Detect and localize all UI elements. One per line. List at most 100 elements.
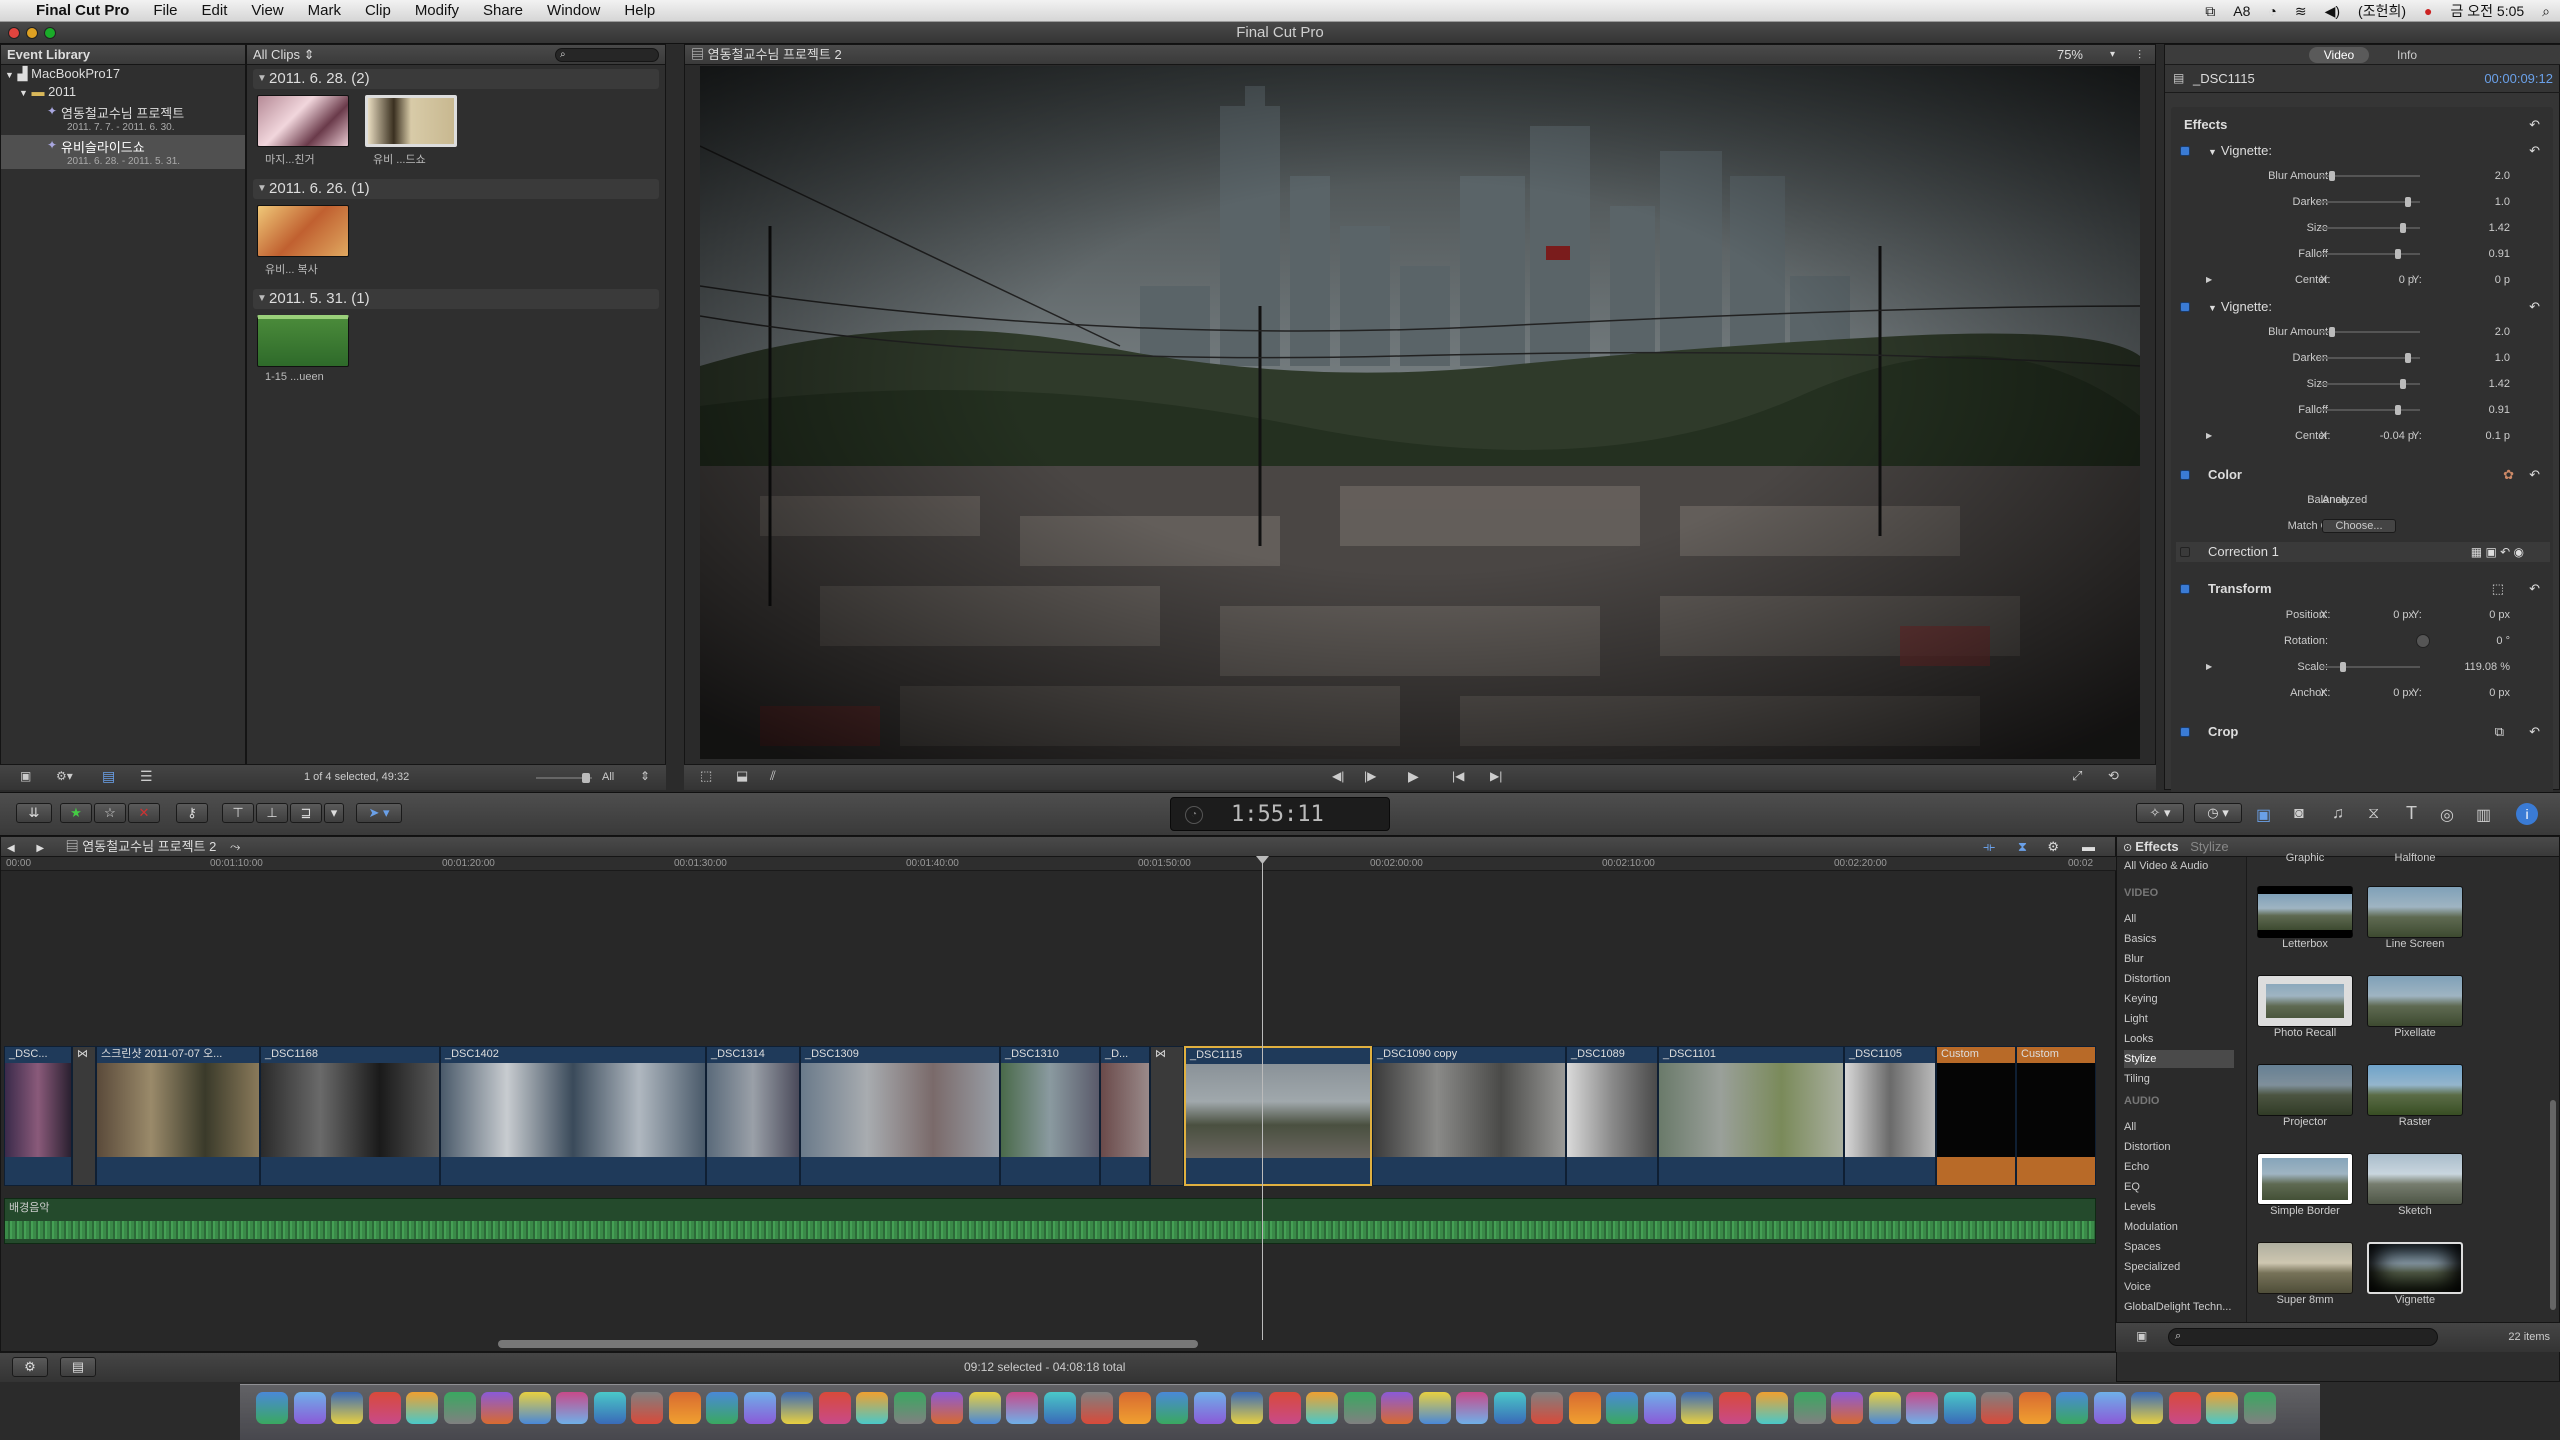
category-item[interactable]: All: [2124, 910, 2234, 928]
dock-app-icon[interactable]: [1793, 1392, 1826, 1424]
center-x-field[interactable]: -0.04 p: [2360, 428, 2414, 444]
edit-mode-dropdown[interactable]: ▾: [324, 803, 344, 823]
menu-share[interactable]: Share: [471, 0, 535, 22]
titles-browser-icon[interactable]: T: [2406, 803, 2417, 824]
unrate-button[interactable]: ☆: [94, 803, 126, 823]
disclosure-icon[interactable]: ▼: [19, 88, 28, 98]
category-item[interactable]: Basics: [2124, 930, 2234, 948]
filter-chevron-icon[interactable]: ⇕: [304, 47, 315, 62]
generators-browser-icon[interactable]: ◎: [2440, 805, 2454, 825]
category-item[interactable]: Keying: [2124, 990, 2234, 1008]
dock-app-icon[interactable]: [1193, 1392, 1226, 1424]
dock-app-icon[interactable]: [1681, 1392, 1713, 1424]
menu-help[interactable]: Help: [612, 0, 667, 22]
effect-item-projector[interactable]: Projector: [2256, 1064, 2354, 1128]
menu-view[interactable]: View: [239, 0, 295, 22]
record-icon[interactable]: ●: [2424, 3, 2432, 19]
menu-mark[interactable]: Mark: [296, 0, 353, 22]
photo-browser-icon[interactable]: ◙: [2294, 805, 2304, 823]
dock-app-icon[interactable]: [1606, 1392, 1638, 1424]
event-item-0[interactable]: ✦ 염동철교수님 프로젝트 2011. 7. 7. - 2011. 6. 30.: [1, 101, 245, 135]
vignette2-header[interactable]: ▼ Vignette: ↶: [2176, 297, 2550, 317]
time-machine-icon[interactable]: ◔: [2268, 3, 2276, 19]
dock-app-icon[interactable]: [1493, 1392, 1526, 1424]
scale-slider[interactable]: [2320, 662, 2420, 672]
duration-label[interactable]: All: [602, 771, 614, 783]
transitions-browser-icon[interactable]: ⧖: [2368, 805, 2379, 823]
tree-year[interactable]: ▼ ▬ 2011: [1, 83, 245, 101]
dock-app-icon[interactable]: [331, 1392, 363, 1424]
audio-skimming-icon[interactable]: ⟛: [1983, 837, 1995, 857]
menu-file[interactable]: File: [141, 0, 189, 22]
duration-stepper-icon[interactable]: ⇕: [640, 769, 650, 783]
category-item[interactable]: EQ: [2124, 1178, 2234, 1196]
dock-app-icon[interactable]: [2168, 1392, 2201, 1424]
dock-app-icon[interactable]: [2131, 1392, 2163, 1424]
spotlight-icon[interactable]: ⌕: [2542, 3, 2550, 20]
dock-app-icon[interactable]: [781, 1392, 813, 1424]
viewer-image[interactable]: [700, 66, 2140, 759]
size-slider[interactable]: [2320, 223, 2420, 233]
rotation-dial[interactable]: [2416, 634, 2430, 648]
center-y-field[interactable]: 0.1 p: [2472, 428, 2510, 444]
transform-section-header[interactable]: Transform ⬚ ↶: [2176, 579, 2550, 599]
dock-app-icon[interactable]: [518, 1392, 551, 1424]
category-item[interactable]: Spaces: [2124, 1238, 2234, 1256]
timeline-index-button[interactable]: ⚙: [12, 1357, 48, 1377]
clip-thumbnail[interactable]: [257, 95, 349, 147]
wifi-icon[interactable]: ≋: [2295, 3, 2307, 20]
play-icon[interactable]: ▶: [1408, 768, 1419, 785]
dock-app-icon[interactable]: [1306, 1392, 1338, 1424]
close-icon[interactable]: [8, 27, 20, 39]
category-item[interactable]: Tiling: [2124, 1070, 2234, 1088]
effect-item-line-screen[interactable]: Line Screen: [2366, 886, 2464, 950]
play-around-icon[interactable]: |▶: [1364, 769, 1376, 783]
forward-icon[interactable]: ▶: [18, 843, 44, 854]
go-to-start-icon[interactable]: |◀: [1452, 769, 1464, 783]
rotation-field[interactable]: 0 °: [2466, 633, 2510, 649]
filmstrip-view-icon[interactable]: ▤: [102, 768, 115, 785]
event-item-1[interactable]: ✦ 유비슬라이드쇼 2011. 6. 28. - 2011. 5. 31.: [1, 135, 245, 169]
previous-frame-icon[interactable]: ◀|: [1332, 769, 1344, 783]
effect-item-raster[interactable]: Raster: [2366, 1064, 2464, 1128]
tree-computer[interactable]: ▼ ▟ MacBookPro17: [1, 65, 245, 83]
dock-app-icon[interactable]: [1456, 1392, 1488, 1424]
transition-marker[interactable]: ⋈: [1150, 1046, 1184, 1186]
disclosure-icon[interactable]: ▶: [2206, 659, 2212, 675]
category-item[interactable]: GlobalDelight Techn...: [2124, 1298, 2234, 1316]
effect-item-photo-recall[interactable]: Photo Recall: [2256, 975, 2354, 1039]
timeline-clip[interactable]: _D...: [1100, 1046, 1150, 1186]
timeline-clip[interactable]: _DSC1402: [440, 1046, 706, 1186]
dock-app-icon[interactable]: [2243, 1392, 2276, 1424]
disclosure-icon[interactable]: ▶: [2206, 272, 2212, 288]
vignette1-header[interactable]: ▼ Vignette: ↶: [2176, 141, 2550, 161]
falloff-slider[interactable]: [2320, 249, 2420, 259]
timeline-ruler[interactable]: [1, 857, 2117, 871]
reset-icon[interactable]: ↶: [2529, 115, 2540, 135]
dock-app-icon[interactable]: [1943, 1392, 1976, 1424]
timeline-clip[interactable]: _DSC1168: [260, 1046, 440, 1186]
effect-item-simple-border[interactable]: Simple Border: [2256, 1153, 2354, 1217]
dock-app-icon[interactable]: [893, 1392, 926, 1424]
clip-size-slider[interactable]: [536, 773, 592, 783]
dock-app-icon[interactable]: [1831, 1392, 1863, 1424]
tab-info[interactable]: Info: [2377, 47, 2437, 63]
inspector-toggle-icon[interactable]: i: [2516, 803, 2538, 825]
effects-scrollbar[interactable]: [2550, 1100, 2556, 1310]
dock-app-icon[interactable]: [406, 1392, 438, 1424]
back-icon[interactable]: ◀: [7, 843, 15, 854]
dock-app-icon[interactable]: [1118, 1392, 1151, 1424]
timecode-display[interactable]: 1:55:11: [1231, 802, 1324, 827]
clip-filter[interactable]: All Clips: [253, 47, 300, 62]
reset-icon[interactable]: ↶: [2529, 465, 2540, 485]
effects-browser-icon[interactable]: ▣: [2256, 805, 2271, 825]
dock-app-icon[interactable]: [368, 1392, 401, 1424]
timeline-scrollbar[interactable]: [498, 1340, 1198, 1348]
tab-video[interactable]: Video: [2309, 47, 2369, 63]
menu-clip[interactable]: Clip: [353, 0, 403, 22]
match-color-button[interactable]: Choose...: [2322, 519, 2396, 533]
crop-icon[interactable]: ⫽: [770, 768, 776, 784]
crop-section-header[interactable]: Crop ⧉ ↶: [2176, 722, 2550, 742]
audio-track[interactable]: 배경음악: [4, 1198, 2096, 1244]
dock-app-icon[interactable]: [818, 1392, 851, 1424]
